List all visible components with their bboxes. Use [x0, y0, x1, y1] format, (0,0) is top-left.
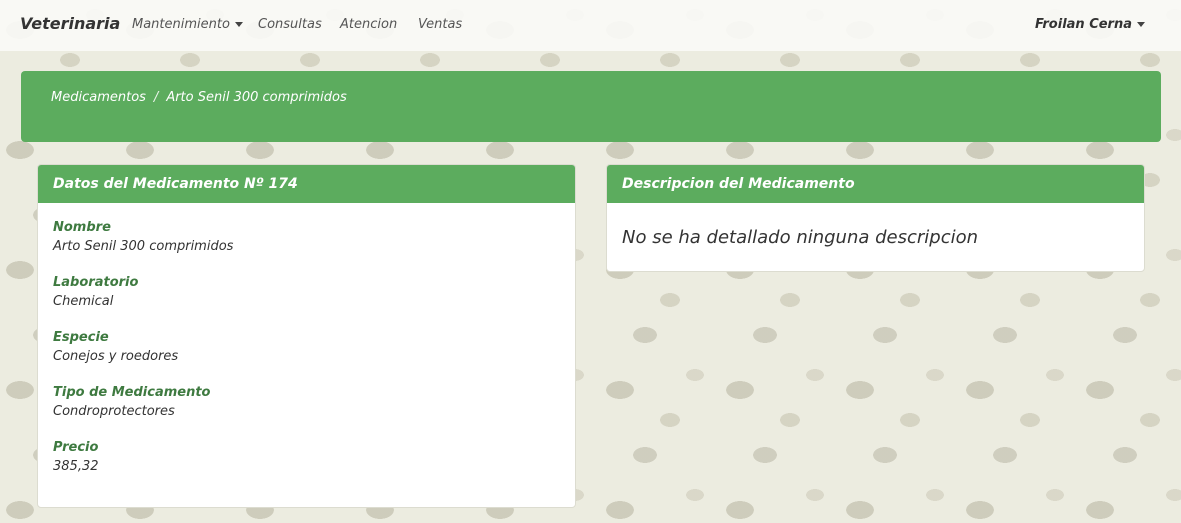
- field-value: Condroprotectores: [53, 404, 175, 419]
- field-especie: Especie Conejos y roedores: [53, 328, 560, 366]
- description-text: No se ha detallado ninguna descripcion: [622, 227, 979, 248]
- caret-down-icon: [1137, 22, 1145, 27]
- field-label: Especie: [53, 330, 109, 345]
- panel-title: Descripcion del Medicamento: [607, 165, 1144, 203]
- nav-atencion[interactable]: Atencion: [340, 17, 397, 32]
- field-value: Conejos y roedores: [53, 349, 179, 364]
- nav-mantenimiento-dropdown[interactable]: Mantenimiento: [132, 17, 243, 32]
- field-tipo-medicamento: Tipo de Medicamento Condroprotectores: [53, 383, 560, 421]
- field-value: Chemical: [53, 294, 114, 309]
- field-nombre: Nombre Arto Senil 300 comprimidos: [53, 218, 560, 256]
- medication-details-panel: Datos del Medicamento Nº 174 Nombre Arto…: [37, 164, 576, 508]
- user-name: Froilan Cerna: [1034, 17, 1132, 32]
- panel-title: Datos del Medicamento Nº 174: [38, 165, 575, 203]
- top-navbar: Veterinaria Mantenimiento Consultas Aten…: [0, 0, 1181, 51]
- nav-ventas[interactable]: Ventas: [418, 17, 462, 32]
- field-label: Nombre: [53, 220, 111, 235]
- breadcrumb: Medicamentos / Arto Senil 300 comprimidos: [51, 90, 347, 105]
- medication-description-panel: Descripcion del Medicamento No se ha det…: [606, 164, 1145, 272]
- panel-body: Nombre Arto Senil 300 comprimidos Labora…: [38, 203, 575, 507]
- panel-body: No se ha detallado ninguna descripcion: [607, 203, 1144, 263]
- field-label: Precio: [53, 440, 99, 455]
- user-menu-dropdown[interactable]: Froilan Cerna: [1035, 17, 1145, 32]
- breadcrumb-parent-link[interactable]: Medicamentos: [51, 90, 146, 105]
- field-laboratorio: Laboratorio Chemical: [53, 273, 560, 311]
- field-value: Arto Senil 300 comprimidos: [53, 239, 234, 254]
- field-value: 385,32: [53, 459, 99, 474]
- breadcrumb-separator: /: [153, 90, 159, 105]
- caret-down-icon: [234, 22, 243, 27]
- breadcrumb-current: Arto Senil 300 comprimidos: [166, 90, 347, 105]
- nav-mantenimiento-label: Mantenimiento: [132, 17, 230, 32]
- field-precio: Precio 385,32: [53, 438, 560, 476]
- field-label: Laboratorio: [53, 275, 139, 290]
- field-label: Tipo de Medicamento: [53, 385, 211, 400]
- breadcrumb-banner: Medicamentos / Arto Senil 300 comprimidos: [21, 71, 1161, 142]
- nav-consultas[interactable]: Consultas: [258, 17, 322, 32]
- brand-logo[interactable]: Veterinaria: [20, 14, 120, 33]
